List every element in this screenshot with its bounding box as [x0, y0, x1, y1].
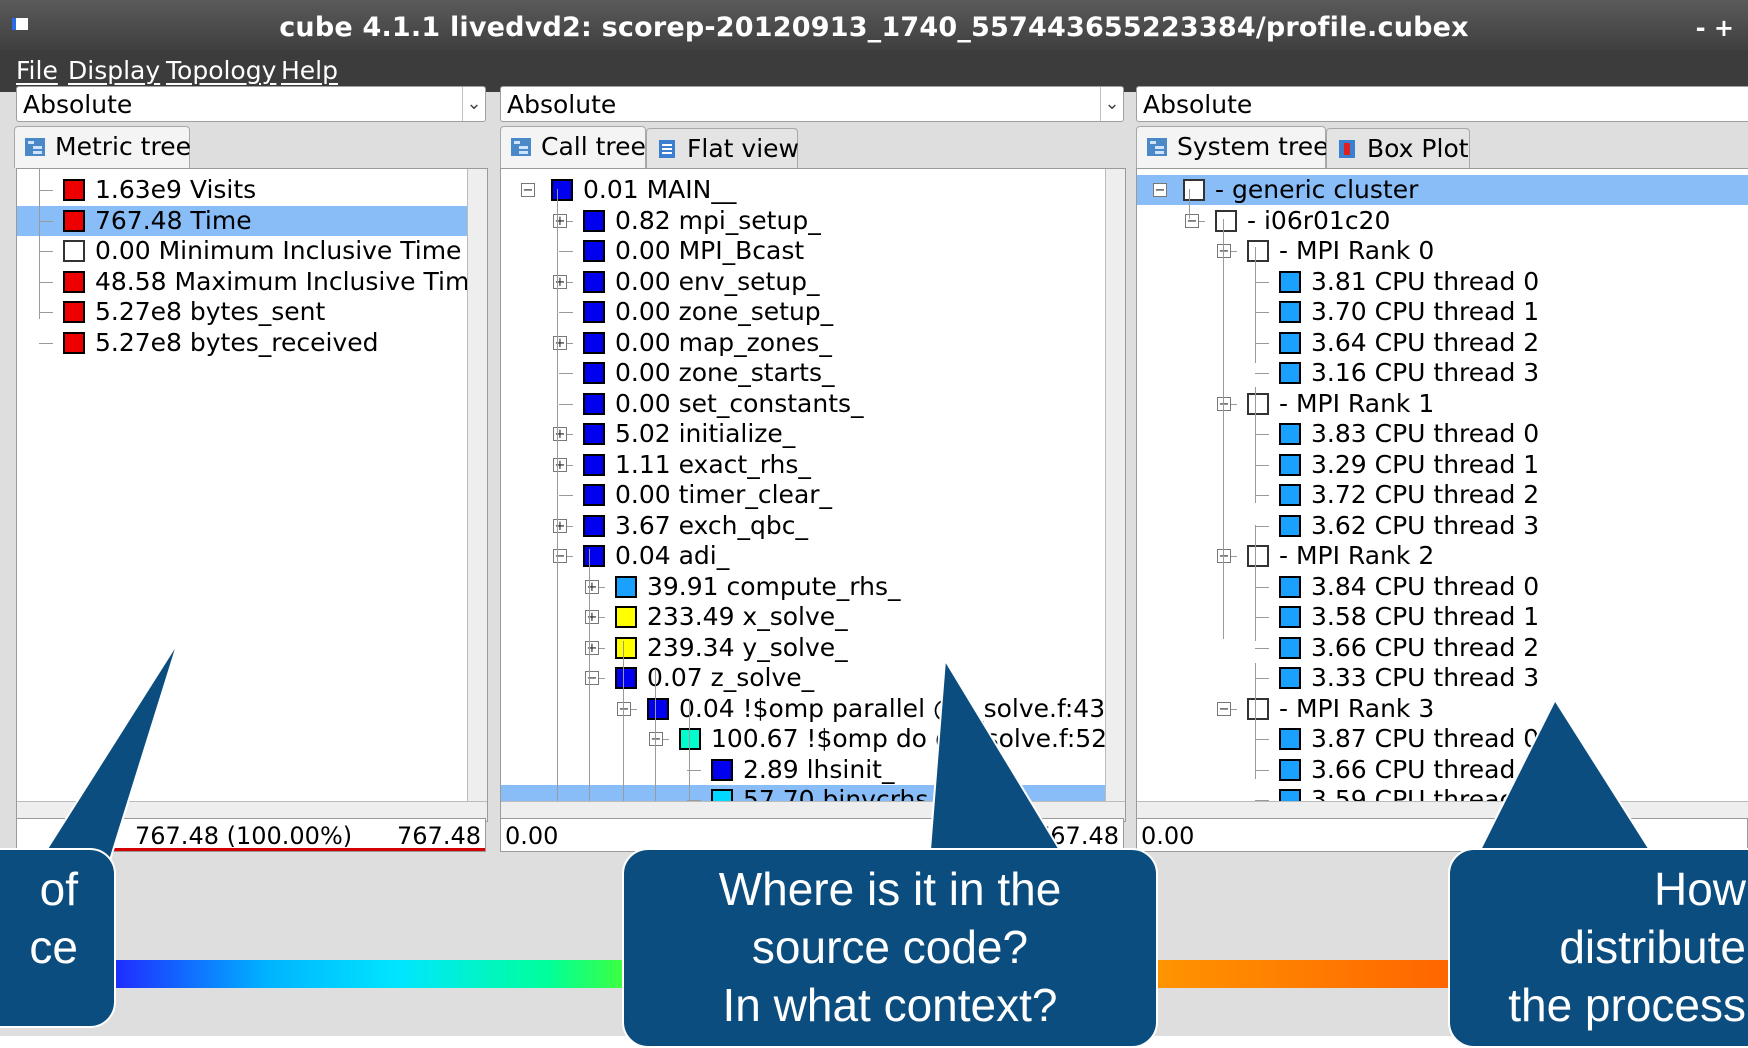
callout-middle: Where is it in the source code? In what … — [622, 848, 1158, 1048]
callout-left-text: of ce — [29, 863, 78, 973]
callout-left: of ce — [0, 848, 116, 1028]
callout-right: How distribute the process — [1448, 848, 1748, 1048]
